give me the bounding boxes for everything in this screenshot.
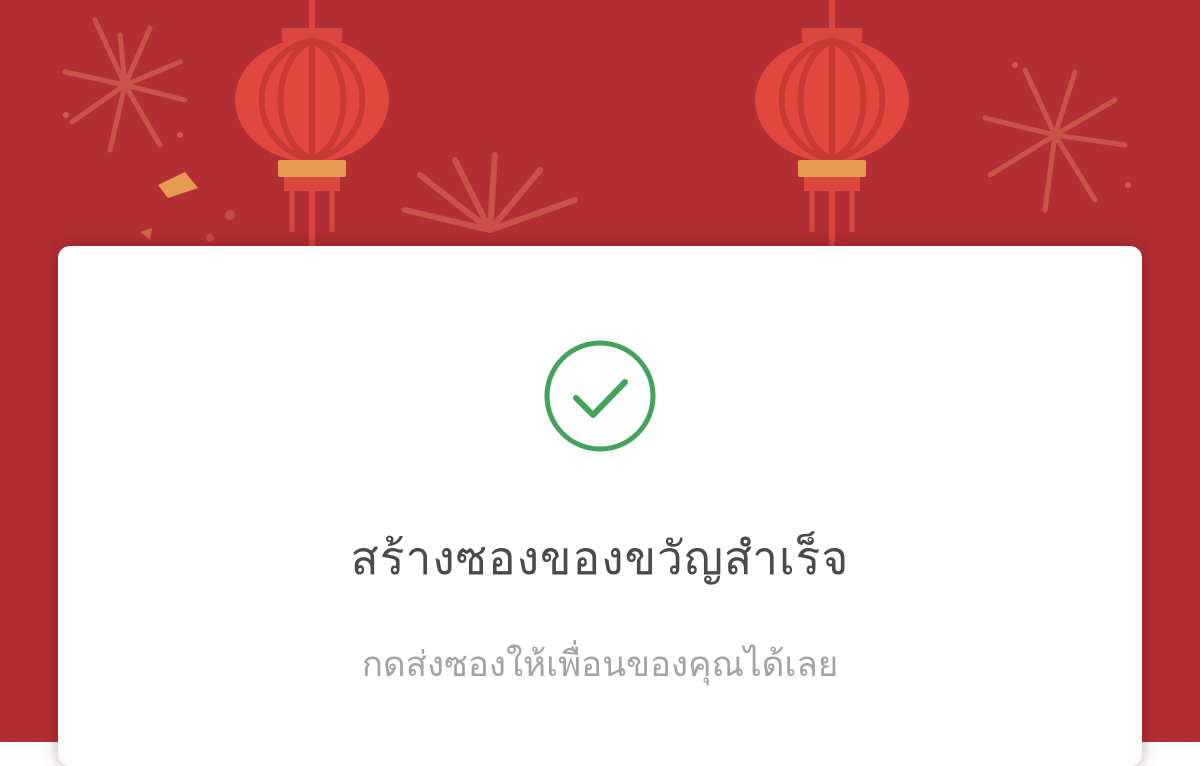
success-title: สร้างซองของขวัญสำเร็จ xyxy=(350,531,850,585)
success-card: สร้างซองของขวัญสำเร็จ กดส่งซองให้เพื่อนข… xyxy=(58,246,1142,766)
success-subtitle: กดส่งซองให้เพื่อนของคุณได้เลย xyxy=(361,645,839,685)
check-circle-icon xyxy=(544,340,656,452)
